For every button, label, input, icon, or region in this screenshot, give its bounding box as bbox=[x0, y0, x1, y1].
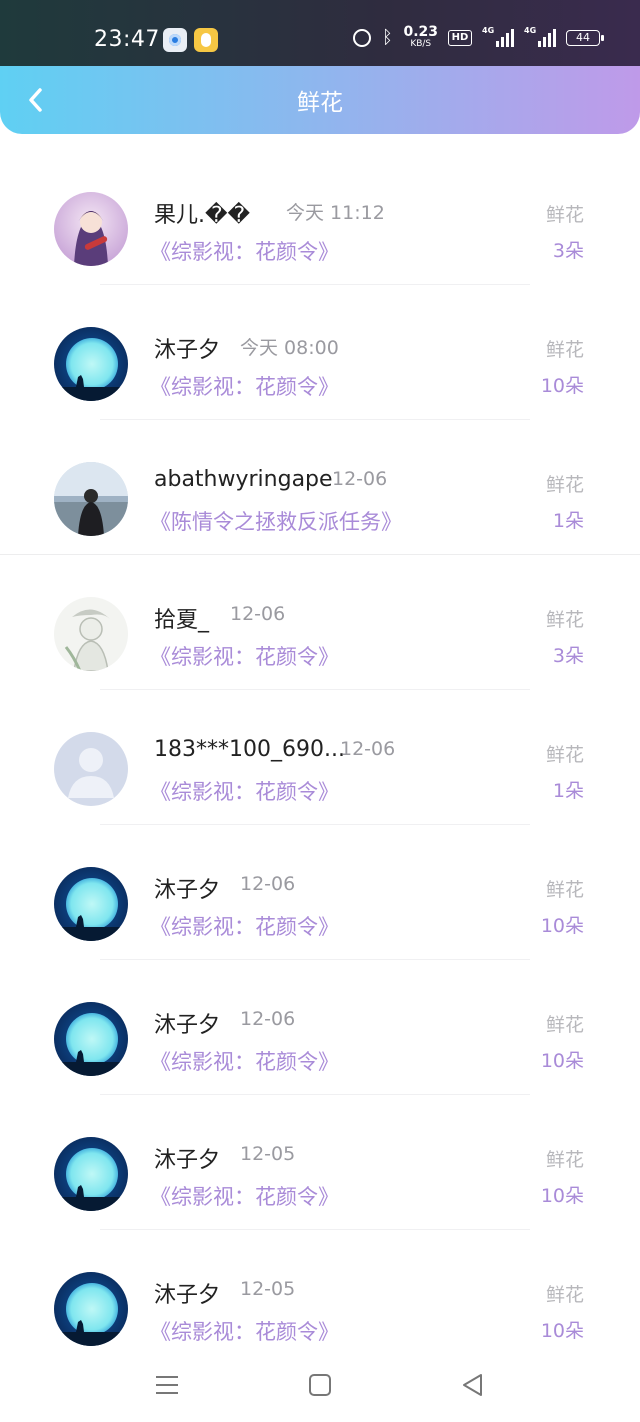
record-date: 12-06 bbox=[240, 1008, 296, 1030]
list-item[interactable]: 沐子夕 今天 08:00 《综影视：花颜令》 鲜花 10朵 bbox=[0, 285, 640, 420]
gift-count: 3朵 bbox=[552, 645, 584, 667]
work-title-link[interactable]: 《综影视：花颜令》 bbox=[150, 911, 339, 941]
menu-icon bbox=[156, 1376, 178, 1394]
hd-icon: HD bbox=[448, 30, 472, 46]
user-name[interactable]: 沐子夕 bbox=[154, 872, 220, 904]
gift-type: 鲜花 bbox=[545, 1149, 584, 1171]
avatar[interactable] bbox=[54, 597, 128, 671]
work-title-link[interactable]: 《陈情令之拯救反派任务》 bbox=[150, 506, 402, 536]
home-button[interactable] bbox=[305, 1370, 335, 1400]
record-date: 12-06 bbox=[340, 738, 396, 760]
user-name[interactable]: 沐子夕 bbox=[154, 1277, 220, 1309]
gift-count: 1朵 bbox=[552, 780, 584, 802]
rabbit-app-icon bbox=[194, 28, 218, 52]
work-title-link[interactable]: 《综影视：花颜令》 bbox=[150, 776, 339, 806]
list-item[interactable]: 沐子夕 12-05 《综影视：花颜令》 鲜花 10朵 bbox=[0, 1230, 640, 1365]
avatar[interactable] bbox=[54, 1137, 128, 1211]
work-title-link[interactable]: 《综影视：花颜令》 bbox=[150, 1316, 339, 1346]
gift-type: 鲜花 bbox=[545, 339, 584, 361]
list-item[interactable]: abathwyringape 12-06 《陈情令之拯救反派任务》 鲜花 1朵 bbox=[0, 420, 640, 555]
flower-record-list: 果儿.�� 今天 11:12 《综影视：花颜令》 鲜花 3朵 沐子夕 今天 08:00 《综影… bbox=[0, 150, 640, 1365]
navigation-bar bbox=[0, 1352, 640, 1422]
gift-type: 鲜花 bbox=[545, 609, 584, 631]
gift-type: 鲜花 bbox=[545, 474, 584, 496]
system-icons: ᛒ 0.23 KB/S HD 4G 4G 44 bbox=[353, 24, 604, 50]
alarm-icon bbox=[353, 29, 372, 47]
gift-type: 鲜花 bbox=[545, 1014, 584, 1036]
user-name[interactable]: 沐子夕 bbox=[154, 1007, 220, 1039]
list-item[interactable]: 沐子夕 12-06 《综影视：花颜令》 鲜花 10朵 bbox=[0, 960, 640, 1095]
user-name[interactable]: abathwyringape bbox=[154, 467, 333, 492]
work-title-link[interactable]: 《综影视：花颜令》 bbox=[150, 371, 339, 401]
work-title-link[interactable]: 《综影视：花颜令》 bbox=[150, 1046, 339, 1076]
list-item[interactable]: 拾夏_ 12-06 《综影视：花颜令》 鲜花 3朵 bbox=[0, 555, 640, 690]
signal-icon: 4G bbox=[482, 26, 514, 47]
user-name[interactable]: 拾夏_ bbox=[154, 602, 209, 634]
record-date: 12-05 bbox=[240, 1143, 296, 1165]
gift-count: 10朵 bbox=[540, 375, 584, 397]
gift-count: 3朵 bbox=[552, 240, 584, 262]
avatar[interactable] bbox=[54, 867, 128, 941]
work-title-link[interactable]: 《综影视：花颜令》 bbox=[150, 236, 339, 266]
gift-type: 鲜花 bbox=[545, 879, 584, 901]
user-name[interactable]: 183***100_690... bbox=[154, 737, 345, 762]
page-header: 鲜花 bbox=[0, 66, 640, 134]
gift-count: 10朵 bbox=[540, 1050, 584, 1072]
record-date: 今天 08:00 bbox=[240, 337, 339, 359]
avatar[interactable] bbox=[54, 732, 128, 806]
record-date: 12-06 bbox=[230, 603, 286, 625]
gift-count: 10朵 bbox=[540, 1320, 584, 1342]
network-speed: 0.23 KB/S bbox=[403, 24, 438, 49]
gift-count: 10朵 bbox=[540, 915, 584, 937]
work-title-link[interactable]: 《综影视：花颜令》 bbox=[150, 641, 339, 671]
bluetooth-icon: ᛒ bbox=[382, 27, 393, 48]
gift-type: 鲜花 bbox=[545, 744, 584, 766]
record-date: 12-05 bbox=[240, 1278, 296, 1300]
signal-icon: 4G bbox=[524, 26, 556, 47]
record-date: 12-06 bbox=[332, 468, 388, 490]
avatar[interactable] bbox=[54, 1272, 128, 1346]
list-item[interactable]: 果儿.�� 今天 11:12 《综影视：花颜令》 鲜花 3朵 bbox=[0, 150, 640, 285]
list-item[interactable]: 沐子夕 12-06 《综影视：花颜令》 鲜花 10朵 bbox=[0, 825, 640, 960]
back-nav-button[interactable] bbox=[458, 1370, 488, 1400]
work-title-link[interactable]: 《综影视：花颜令》 bbox=[150, 1181, 339, 1211]
avatar[interactable] bbox=[54, 1002, 128, 1076]
gift-count: 10朵 bbox=[540, 1185, 584, 1207]
status-time: 23:47 bbox=[94, 27, 160, 52]
gift-count: 1朵 bbox=[552, 510, 584, 532]
avatar[interactable] bbox=[54, 192, 128, 266]
user-name[interactable]: 沐子夕 bbox=[154, 1142, 220, 1174]
back-triangle-icon bbox=[463, 1374, 482, 1396]
gift-type: 鲜花 bbox=[545, 204, 584, 226]
record-date: 12-06 bbox=[240, 873, 296, 895]
menu-button[interactable] bbox=[152, 1370, 182, 1400]
page-title: 鲜花 bbox=[297, 90, 343, 116]
avatar[interactable] bbox=[54, 327, 128, 401]
list-item[interactable]: 183***100_690... 12-06 《综影视：花颜令》 鲜花 1朵 bbox=[0, 690, 640, 825]
browser-app-icon bbox=[163, 28, 187, 52]
list-item[interactable]: 沐子夕 12-05 《综影视：花颜令》 鲜花 10朵 bbox=[0, 1095, 640, 1230]
gift-type: 鲜花 bbox=[545, 1284, 584, 1306]
user-name[interactable]: 果儿.�� bbox=[154, 197, 250, 229]
avatar[interactable] bbox=[54, 462, 128, 536]
record-date: 今天 11:12 bbox=[286, 202, 385, 224]
battery-icon: 44 bbox=[566, 30, 604, 46]
home-icon bbox=[309, 1374, 331, 1396]
user-name[interactable]: 沐子夕 bbox=[154, 332, 220, 364]
